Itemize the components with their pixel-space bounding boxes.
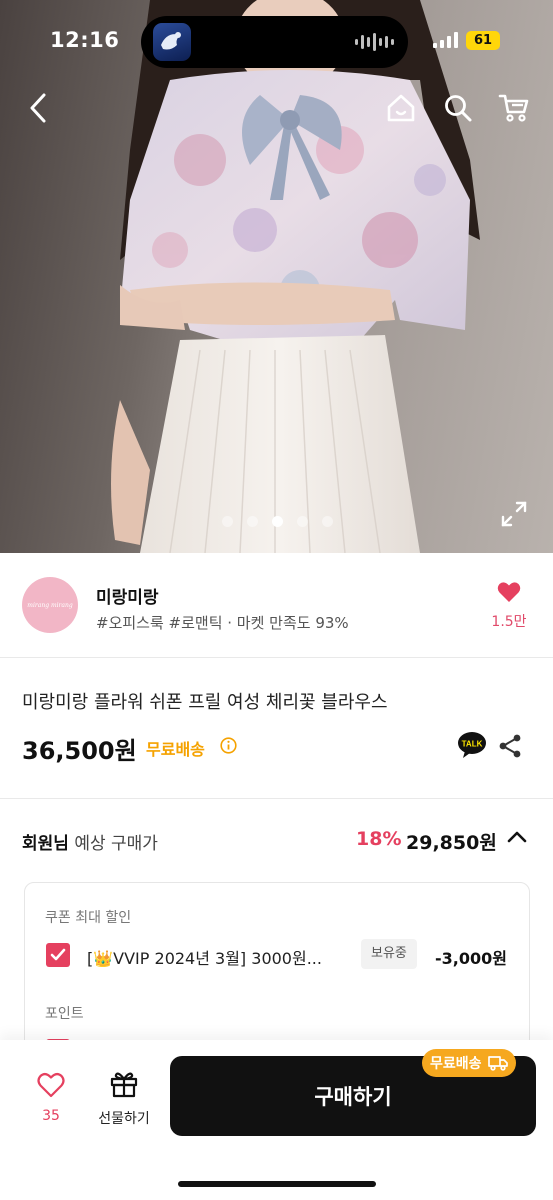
cart-icon — [498, 94, 529, 122]
status-time: 12:16 — [50, 28, 120, 52]
chevron-up-icon — [507, 831, 527, 843]
carousel-dot-active[interactable] — [272, 516, 283, 527]
home-indicator — [178, 1181, 376, 1187]
carousel-dot[interactable] — [297, 516, 308, 527]
coupon-status-badge: 보유중 — [361, 939, 417, 969]
member-label-rest: 예상 구매가 — [74, 834, 158, 854]
free-shipping-tag: 무료배송 — [422, 1049, 516, 1077]
member-price-label: 회원님 예상 구매가 — [22, 829, 158, 854]
signal-icon — [433, 32, 458, 48]
heart-filled-icon — [497, 582, 521, 602]
product-price: 36,500원 — [22, 737, 137, 765]
kakao-talk-icon: TALK — [458, 732, 486, 758]
bottom-action-bar: 35 선물하기 구매하기 무료배송 — [0, 1040, 553, 1200]
info-icon — [220, 737, 237, 754]
member-label-bold: 회원님 — [22, 834, 69, 854]
coupon-amount: -3,000원 — [435, 949, 507, 968]
seller-avatar-logo: mirang mirang — [27, 601, 73, 609]
point-heading: 포인트 — [45, 1006, 84, 1022]
carousel-dot[interactable] — [247, 516, 258, 527]
like-count: 35 — [42, 1108, 60, 1124]
audio-wave-icon — [355, 33, 394, 51]
gift-icon — [110, 1072, 138, 1098]
product-photo — [111, 0, 480, 553]
back-button[interactable] — [18, 88, 58, 128]
free-shipping-tag-label: 무료배송 — [430, 1056, 482, 1072]
divider — [0, 657, 553, 658]
seller-tags: #오피스룩 #로맨틱 · 마켓 만족도 93% — [96, 614, 349, 632]
carousel-dot[interactable] — [222, 516, 233, 527]
carousel-indicator — [222, 516, 333, 527]
app-icon — [153, 23, 191, 61]
home-button[interactable] — [381, 88, 421, 128]
seller-like-button[interactable]: 1.5만 — [486, 581, 532, 631]
product-image-carousel[interactable]: 12:16 61 — [0, 0, 553, 553]
divider — [0, 798, 553, 799]
heart-outline-icon — [37, 1073, 65, 1098]
coupon-heading: 쿠폰 최대 할인 — [45, 910, 132, 926]
battery-indicator: 61 — [466, 31, 500, 50]
truck-icon — [487, 1056, 508, 1071]
seller-section[interactable]: mirang mirang 미랑미랑 #오피스룩 #로맨틱 · 마켓 만족도 9… — [0, 553, 553, 658]
expand-button[interactable] — [500, 500, 528, 528]
coupon-checkbox[interactable] — [46, 943, 70, 967]
coupon-name[interactable]: [👑VVIP 2024년 3월] 3000원... — [87, 945, 322, 969]
collapse-button[interactable] — [506, 829, 528, 848]
carousel-dot[interactable] — [322, 516, 333, 527]
info-button[interactable] — [220, 737, 237, 758]
seller-name[interactable]: 미랑미랑 — [96, 583, 159, 608]
member-discount-rate: 18% — [356, 828, 402, 850]
home-icon — [387, 94, 415, 122]
search-icon — [445, 95, 472, 122]
dynamic-island — [141, 16, 408, 68]
free-shipping-label: 무료배송 — [146, 740, 205, 759]
checkmark-icon — [50, 948, 66, 961]
seller-like-count: 1.5만 — [491, 614, 527, 630]
product-title: 미랑미랑 플라워 쉬폰 프릴 여성 체리꽃 블라우스 — [22, 692, 388, 713]
seller-avatar[interactable]: mirang mirang — [22, 577, 78, 633]
like-button[interactable]: 35 — [30, 1072, 72, 1124]
svg-text:TALK: TALK — [462, 740, 483, 749]
search-button[interactable] — [438, 88, 478, 128]
status-bar: 12:16 61 — [0, 0, 553, 80]
cart-button[interactable] — [494, 88, 534, 128]
member-price-value: 29,850원 — [406, 832, 497, 854]
expand-icon — [501, 501, 527, 527]
share-button[interactable] — [497, 733, 523, 763]
gift-button[interactable]: 선물하기 — [92, 1070, 156, 1128]
gift-label: 선물하기 — [98, 1111, 150, 1127]
kakao-talk-button[interactable]: TALK — [457, 731, 487, 763]
share-icon — [499, 734, 521, 758]
chevron-left-icon — [30, 93, 46, 123]
